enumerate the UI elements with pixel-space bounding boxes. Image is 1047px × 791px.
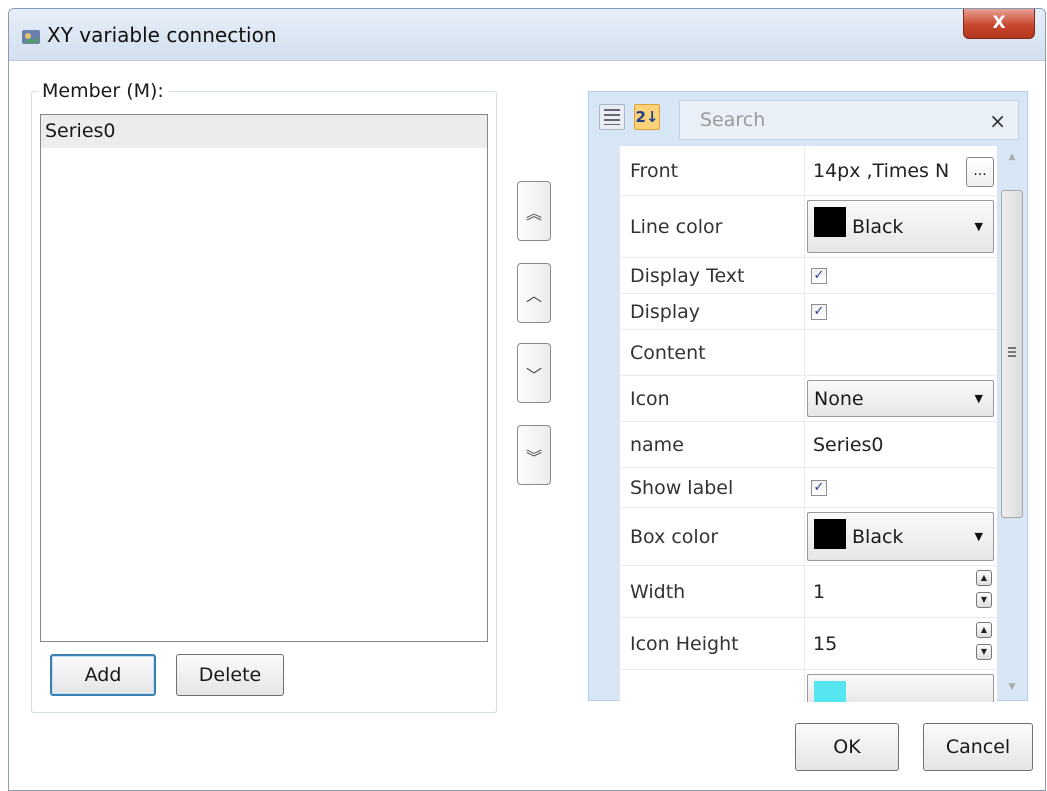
- property-row-display: Display ✓: [620, 294, 997, 330]
- dropdown-arrow-icon: ▼: [974, 220, 983, 233]
- double-chevron-down-icon: ︾: [525, 448, 542, 467]
- partial-color-dropdown[interactable]: [807, 674, 994, 702]
- increment-icon[interactable]: ▲: [976, 570, 992, 586]
- property-label: name: [630, 433, 684, 456]
- property-grid: Front 14px ,Times N ... Line color Black…: [619, 146, 997, 702]
- member-groupbox: Member (M): Series0 Add Delete: [31, 80, 497, 713]
- search-input[interactable]: [680, 101, 970, 139]
- grip-icon: [1008, 347, 1016, 357]
- property-row-content: Content: [620, 330, 997, 376]
- font-picker-button[interactable]: ...: [966, 157, 994, 187]
- property-panel: 2↓ × Front 14px ,Times N ... Line color …: [588, 91, 1028, 702]
- line-color-dropdown[interactable]: Black ▼: [807, 200, 994, 253]
- content-input[interactable]: [804, 330, 997, 375]
- dialog-window: XY variable connection X Member (M): Ser…: [8, 8, 1046, 791]
- property-label: Icon: [630, 387, 670, 410]
- dropdown-arrow-icon: ▼: [974, 530, 983, 543]
- property-row-width: Width 1 ▲ ▼: [620, 566, 997, 618]
- property-row-line-color: Line color Black ▼: [620, 196, 997, 258]
- icon-height-value: 15: [813, 632, 838, 655]
- dropdown-value: Black: [852, 525, 904, 548]
- name-input[interactable]: Series0: [804, 422, 997, 467]
- add-button[interactable]: Add: [50, 654, 156, 696]
- color-swatch: [814, 519, 846, 549]
- sort-alphabetical-icon[interactable]: 2↓: [634, 104, 660, 130]
- property-row-partial: [620, 670, 997, 702]
- width-stepper[interactable]: 1 ▲ ▼: [804, 566, 997, 617]
- ok-button[interactable]: OK: [795, 723, 899, 771]
- chevron-down-icon: ﹀: [525, 366, 542, 385]
- increment-icon[interactable]: ▲: [976, 622, 992, 638]
- move-down-button[interactable]: ﹀: [517, 343, 551, 403]
- move-top-button[interactable]: ︽: [517, 181, 551, 241]
- chevron-up-icon: ︿: [525, 286, 542, 305]
- property-label: Show label: [630, 476, 734, 499]
- categorized-view-icon[interactable]: [599, 104, 625, 130]
- property-row-icon-height: Icon Height 15 ▲ ▼: [620, 618, 997, 670]
- property-row-display-text: Display Text ✓: [620, 258, 997, 294]
- delete-button[interactable]: Delete: [176, 654, 284, 696]
- display-text-checkbox[interactable]: ✓: [811, 267, 827, 284]
- property-label: Front: [630, 159, 679, 182]
- property-search: ×: [679, 100, 1019, 140]
- member-list[interactable]: Series0: [40, 114, 488, 642]
- property-value-cell[interactable]: 14px ,Times N ...: [804, 146, 997, 195]
- show-label-checkbox[interactable]: ✓: [811, 479, 827, 496]
- icon-dropdown[interactable]: None ▼: [807, 380, 994, 417]
- move-bottom-button[interactable]: ︾: [517, 425, 551, 485]
- name-value: Series0: [813, 433, 884, 456]
- title-bar[interactable]: XY variable connection X: [9, 9, 1045, 61]
- width-value: 1: [813, 580, 826, 603]
- color-swatch: [814, 207, 846, 237]
- list-item[interactable]: Series0: [41, 115, 487, 148]
- property-row-icon: Icon None ▼: [620, 376, 997, 422]
- dropdown-value: None: [814, 387, 864, 410]
- property-row-show-label: Show label ✓: [620, 468, 997, 508]
- font-value: 14px ,Times N: [813, 159, 950, 182]
- decrement-icon[interactable]: ▼: [976, 592, 992, 608]
- property-label: Icon Height: [630, 632, 739, 655]
- property-row-name: name Series0: [620, 422, 997, 468]
- property-label: Width: [630, 580, 686, 603]
- decrement-icon[interactable]: ▼: [976, 644, 992, 660]
- box-color-dropdown[interactable]: Black ▼: [807, 512, 994, 561]
- property-row-box-color: Box color Black ▼: [620, 508, 997, 566]
- property-row-font: Front 14px ,Times N ...: [620, 146, 997, 196]
- double-chevron-up-icon: ︽: [525, 204, 542, 223]
- scroll-thumb[interactable]: [1001, 190, 1023, 518]
- window-title: XY variable connection: [47, 23, 277, 47]
- member-group-label: Member (M):: [38, 80, 168, 102]
- property-label: Line color: [630, 215, 723, 238]
- icon-height-stepper[interactable]: 15 ▲ ▼: [804, 618, 997, 669]
- display-checkbox[interactable]: ✓: [811, 303, 827, 320]
- property-label: Display Text: [630, 264, 745, 287]
- scroll-up-icon[interactable]: ▲: [1005, 152, 1019, 166]
- dropdown-value: Black: [852, 215, 904, 238]
- move-up-button[interactable]: ︿: [517, 263, 551, 323]
- dropdown-arrow-icon: ▼: [974, 392, 983, 405]
- app-icon: [22, 30, 40, 44]
- property-label: Display: [630, 300, 701, 323]
- property-label: Content: [630, 341, 706, 364]
- close-button[interactable]: X: [963, 9, 1035, 39]
- property-scrollbar[interactable]: ▲ ▼: [999, 150, 1025, 698]
- close-icon[interactable]: ×: [989, 109, 1006, 133]
- color-swatch: [814, 681, 846, 702]
- property-label: Box color: [630, 525, 719, 548]
- cancel-button[interactable]: Cancel: [923, 723, 1033, 771]
- scroll-down-icon[interactable]: ▼: [1005, 682, 1019, 696]
